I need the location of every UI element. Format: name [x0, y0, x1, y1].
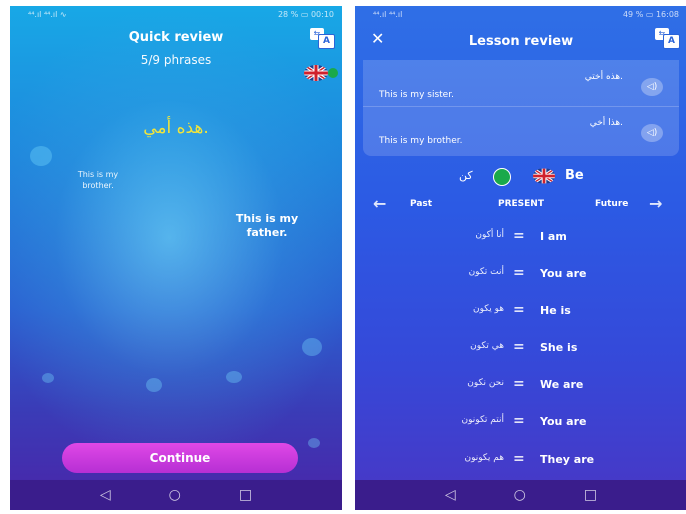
tense-past[interactable]: Past [410, 199, 432, 209]
android-nav-bar: ◁ ○ □ [355, 480, 686, 510]
signal-indicator: ⁴⁴.ıl ⁴⁴.ıl [373, 10, 403, 19]
phrase-progress: 5/9 phrases [140, 53, 212, 67]
status-bar: ⁴⁴.ıl ⁴⁴.ıl 49 % ▭ 16:08 [355, 6, 686, 22]
speaker-icon[interactable]: ◁) [641, 78, 663, 96]
arrow-right-icon[interactable]: → [649, 194, 662, 213]
recent-apps-icon[interactable]: □ [584, 488, 597, 502]
home-icon[interactable]: ○ [514, 488, 526, 502]
back-icon[interactable]: ◁ [445, 488, 456, 502]
conjugation-arabic: نحن نكون [467, 378, 504, 388]
home-icon[interactable]: ○ [169, 488, 181, 502]
verb-arabic: كن [459, 169, 473, 182]
decor-bubble [308, 438, 320, 448]
verb-header: كن Be [355, 166, 686, 186]
lesson-review-screen: ⁴⁴.ıl ⁴⁴.ıl 49 % ▭ 16:08 ✕ Lesson review… [355, 6, 686, 510]
speaker-icon[interactable]: ◁) [641, 124, 663, 142]
conjugation-english: We are [540, 378, 584, 391]
conjugation-arabic: هي تكون [470, 341, 504, 351]
conjugation-english: She is [540, 341, 578, 354]
quick-review-screen: ⁴⁴.ıl ⁴⁴.ıl ∿ 28 % ▭ 00:10 Quick review … [10, 6, 342, 510]
conjugation-english: I am [540, 230, 567, 243]
divider [363, 106, 679, 107]
tense-selector: ← Past PRESENT Future → [355, 194, 686, 216]
decor-bubble [302, 338, 322, 356]
conjugation-arabic: هو يكون [473, 304, 504, 314]
conjugation-row: نحن نكون = We are [355, 376, 686, 394]
answer-option[interactable]: This is my brother. [66, 169, 130, 191]
verb-english: Be [565, 168, 584, 183]
arabic-flag-icon [493, 168, 511, 186]
equals-sign: = [513, 265, 525, 281]
arrow-left-icon[interactable]: ← [373, 194, 386, 213]
conjugation-row: أنت تكون = You are [355, 265, 686, 283]
conjugation-english: You are [540, 267, 587, 280]
conjugation-arabic: هم يكونون [464, 453, 505, 463]
tense-present: PRESENT [498, 199, 544, 209]
decor-bubble [30, 146, 52, 166]
conjugation-arabic: أنت تكون [468, 267, 504, 277]
arabic-phrase: هذه أمي. [143, 118, 209, 138]
conjugation-english: You are [540, 415, 587, 428]
signal-indicator: ⁴⁴.ıl ⁴⁴.ıl ∿ [28, 10, 67, 19]
conjugation-row: هو يكون = He is [355, 302, 686, 320]
recent-apps-icon[interactable]: □ [239, 488, 252, 502]
conjugation-row: هي تكون = She is [355, 339, 686, 357]
equals-sign: = [513, 339, 525, 355]
uk-flag-icon [533, 168, 555, 184]
continue-button[interactable]: Continue [62, 443, 298, 473]
conjugation-english: They are [540, 453, 595, 466]
translate-toggle-button[interactable]: ⇆ A [310, 28, 335, 49]
translate-toggle-button[interactable]: ⇆ A [655, 28, 680, 49]
decor-bubble [146, 378, 162, 392]
conjugation-english: He is [540, 304, 571, 317]
review-english: This is my brother. [379, 136, 463, 146]
page-title: Quick review [128, 30, 224, 45]
review-row: هذا أخي. This is my brother. ◁) [371, 114, 679, 150]
review-row: هذه أختي. This is my sister. ◁) [371, 68, 679, 104]
conjugation-row: أنتم تكونون = You are [355, 413, 686, 431]
conjugation-row: أنا أكون = I am [355, 228, 686, 246]
equals-sign: = [513, 228, 525, 244]
translate-icon-letter: A [318, 34, 335, 49]
review-english: This is my sister. [379, 90, 454, 100]
page-title: Lesson review [468, 34, 574, 49]
battery-clock: 49 % ▭ 16:08 [622, 10, 679, 19]
equals-sign: = [513, 413, 525, 429]
review-card: هذه أختي. This is my sister. ◁) هذا أخي.… [363, 60, 679, 156]
translate-icon-letter: A [663, 34, 680, 49]
uk-flag-icon[interactable] [304, 65, 328, 81]
equals-sign: = [513, 302, 525, 318]
battery-clock: 28 % ▭ 00:10 [277, 10, 334, 19]
equals-sign: = [513, 376, 525, 392]
back-icon[interactable]: ◁ [100, 488, 111, 502]
status-bar: ⁴⁴.ıl ⁴⁴.ıl ∿ 28 % ▭ 00:10 [10, 6, 342, 22]
conjugation-arabic: أنتم تكونون [461, 415, 504, 425]
decor-bubble [42, 373, 54, 383]
conjugation-row: هم يكونون = They are [355, 451, 686, 469]
android-nav-bar: ◁ ○ □ [10, 480, 342, 510]
conjugation-arabic: أنا أكون [475, 230, 504, 240]
answer-option[interactable]: This is my father. [232, 212, 302, 240]
tense-future[interactable]: Future [595, 199, 628, 209]
decor-bubble [226, 371, 242, 383]
equals-sign: = [513, 451, 525, 467]
review-arabic: هذه أختي. [584, 72, 623, 82]
arabic-flag-icon [328, 68, 338, 78]
review-arabic: هذا أخي. [589, 118, 623, 128]
